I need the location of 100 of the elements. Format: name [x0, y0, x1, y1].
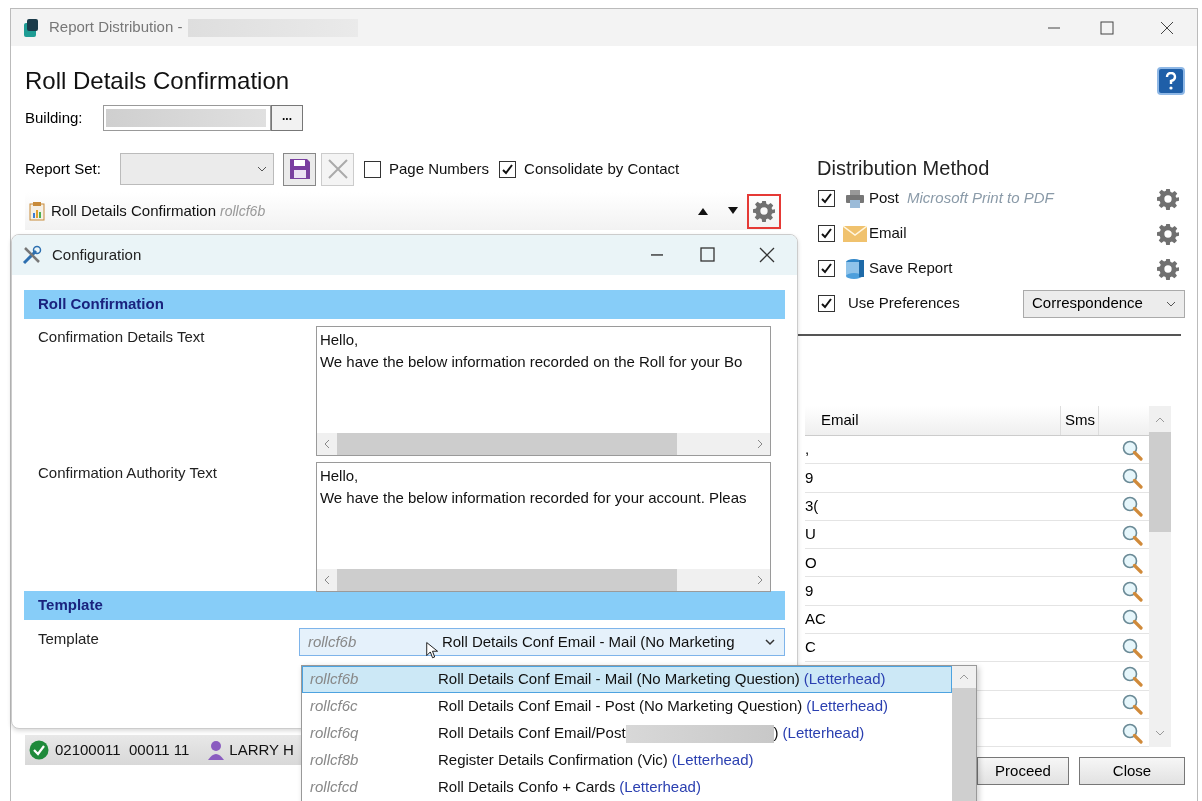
dropdown-option[interactable]: rollcfcd Roll Details Confo + Cards (Letterhead) [302, 774, 952, 801]
vertical-scrollbar[interactable] [1149, 406, 1171, 748]
search-icon[interactable] [1121, 608, 1143, 631]
horizontal-scrollbar[interactable] [316, 569, 770, 591]
checkbox[interactable] [818, 225, 835, 242]
tools-icon [22, 245, 42, 265]
checkbox[interactable] [818, 295, 835, 312]
table-cell: 9 [805, 468, 814, 486]
gear-icon[interactable] [1157, 187, 1179, 210]
save-button[interactable] [283, 152, 316, 186]
search-icon[interactable] [1121, 551, 1143, 574]
checkbox-label[interactable]: Use Preferences [848, 292, 960, 315]
dropdown-option[interactable]: rollcf6c Roll Details Conf Email - Post (No Marketing Question) (Letterhead) [302, 693, 952, 720]
column-header[interactable]: Sms [1061, 406, 1099, 435]
page-heading: Roll Details Confirmation [25, 66, 291, 96]
app-logo-icon [23, 17, 39, 38]
method-label: Email [869, 223, 907, 244]
method-label: Post [869, 188, 899, 209]
text-line: Hello, [319, 330, 360, 350]
database-icon [845, 257, 865, 280]
text-line: We have the below information recorded for your account. Pleas [319, 488, 748, 508]
method-label: Save Report [869, 258, 953, 279]
search-icon[interactable] [1121, 665, 1143, 687]
scrollbar-thumb[interactable] [336, 433, 677, 455]
gear-icon[interactable] [753, 200, 775, 222]
move-up-icon[interactable] [697, 206, 709, 216]
template-dropdown[interactable]: rollcf6b Roll Details Conf Email - Mail (No Marketing [298, 628, 785, 656]
search-icon[interactable] [1121, 523, 1143, 546]
template-name: Roll Details Conf Email - Mail (No Marketing [441, 631, 735, 652]
chevron-down-icon [764, 638, 776, 646]
window-title: Report Distribution - [49, 17, 183, 38]
checkbox-label[interactable]: Page Numbers [389, 157, 490, 181]
checkbox[interactable] [818, 190, 835, 207]
template-code: rollcf6b [307, 631, 357, 652]
search-icon[interactable] [1121, 466, 1143, 489]
chevron-down-icon [1166, 300, 1176, 307]
text-line: Hello, [319, 466, 360, 486]
printer-icon [845, 188, 865, 209]
field-label: Confirmation Details Text [38, 327, 206, 347]
scroll-up-icon[interactable] [958, 673, 970, 681]
dropdown-option[interactable]: rollcf6b Roll Details Conf Email - Mail (No Marketing Question) (Letterhead) [302, 666, 952, 693]
mouse-cursor-icon [425, 641, 439, 660]
close-icon [326, 158, 349, 180]
column-header[interactable]: Email [819, 406, 1061, 435]
search-icon[interactable] [1121, 580, 1143, 603]
text-area[interactable]: Hello, We have the below information recorded for your account. Pleas [315, 462, 771, 592]
envelope-icon [843, 224, 867, 243]
section-header: Roll Confirmation [24, 290, 785, 319]
table-cell: , [805, 440, 810, 458]
text-line: We have the below information recorded on the Roll for your Bo [319, 352, 744, 372]
horizontal-scrollbar[interactable] [316, 433, 770, 455]
help-button[interactable] [1157, 67, 1185, 95]
delete-button[interactable] [321, 152, 354, 186]
section-header: Template [24, 591, 785, 620]
table-cell: C [805, 638, 816, 656]
text-area[interactable]: Hello, We have the below information recorded on the Roll for your Bo [315, 326, 771, 456]
report-settings-button[interactable] [747, 193, 781, 229]
report-chart-icon [29, 201, 45, 221]
report-row[interactable]: Roll Details Confirmation rollcf6b [25, 192, 781, 230]
building-label: Building: [25, 107, 84, 128]
account-code: 02100011 00011 11 [55, 739, 190, 760]
chevron-down-icon [257, 166, 267, 172]
check-circle-icon [29, 740, 49, 760]
checkbox[interactable] [818, 260, 835, 277]
browse-button[interactable]: ... [271, 105, 303, 131]
preference-dropdown[interactable]: Correspondence [1023, 289, 1185, 318]
search-icon[interactable] [1121, 721, 1143, 744]
field-label: Template [38, 629, 100, 649]
scrollbar-thumb[interactable] [1149, 432, 1171, 532]
report-name: Roll Details Confirmation [51, 200, 217, 221]
move-down-icon[interactable] [727, 206, 739, 216]
search-icon[interactable] [1121, 495, 1143, 518]
table-cell: O [805, 553, 817, 571]
checkbox[interactable] [364, 160, 381, 178]
table-cell: AC [805, 610, 826, 628]
checkbox[interactable] [499, 160, 517, 178]
report-set-label: Report Set: [25, 158, 102, 179]
search-icon[interactable] [1121, 636, 1143, 659]
person-icon [207, 740, 226, 760]
contact-name: LARRY H [229, 739, 294, 760]
section-title: Distribution Method [817, 156, 991, 181]
gear-icon[interactable] [1157, 257, 1179, 280]
dropdown-option[interactable]: rollcf6q Roll Details Conf Email/Post ) (Letterhead) [302, 720, 952, 747]
field-label: Confirmation Authority Text [38, 463, 218, 483]
search-icon[interactable] [1121, 693, 1143, 716]
help-icon [1164, 72, 1178, 90]
table-cell: 3( [805, 497, 819, 514]
table-cell: 9 [805, 581, 814, 599]
search-icon[interactable] [1121, 438, 1143, 461]
vertical-scrollbar[interactable] [952, 666, 976, 801]
printer-name: Microsoft Print to PDF [907, 188, 1054, 209]
dialog-title: Configuration [52, 244, 142, 265]
dialog-button[interactable]: Proceed [977, 757, 1069, 786]
scrollbar-thumb[interactable] [336, 569, 677, 591]
dropdown-option[interactable]: rollcf8b Register Details Confirmation (Vic) (Letterhead) [302, 747, 952, 774]
table-cell: U [805, 525, 816, 543]
checkbox-label[interactable]: Consolidate by Contact [524, 157, 680, 181]
dialog-button[interactable]: Close [1079, 757, 1185, 786]
building-field[interactable] [103, 105, 271, 131]
gear-icon[interactable] [1157, 222, 1179, 245]
